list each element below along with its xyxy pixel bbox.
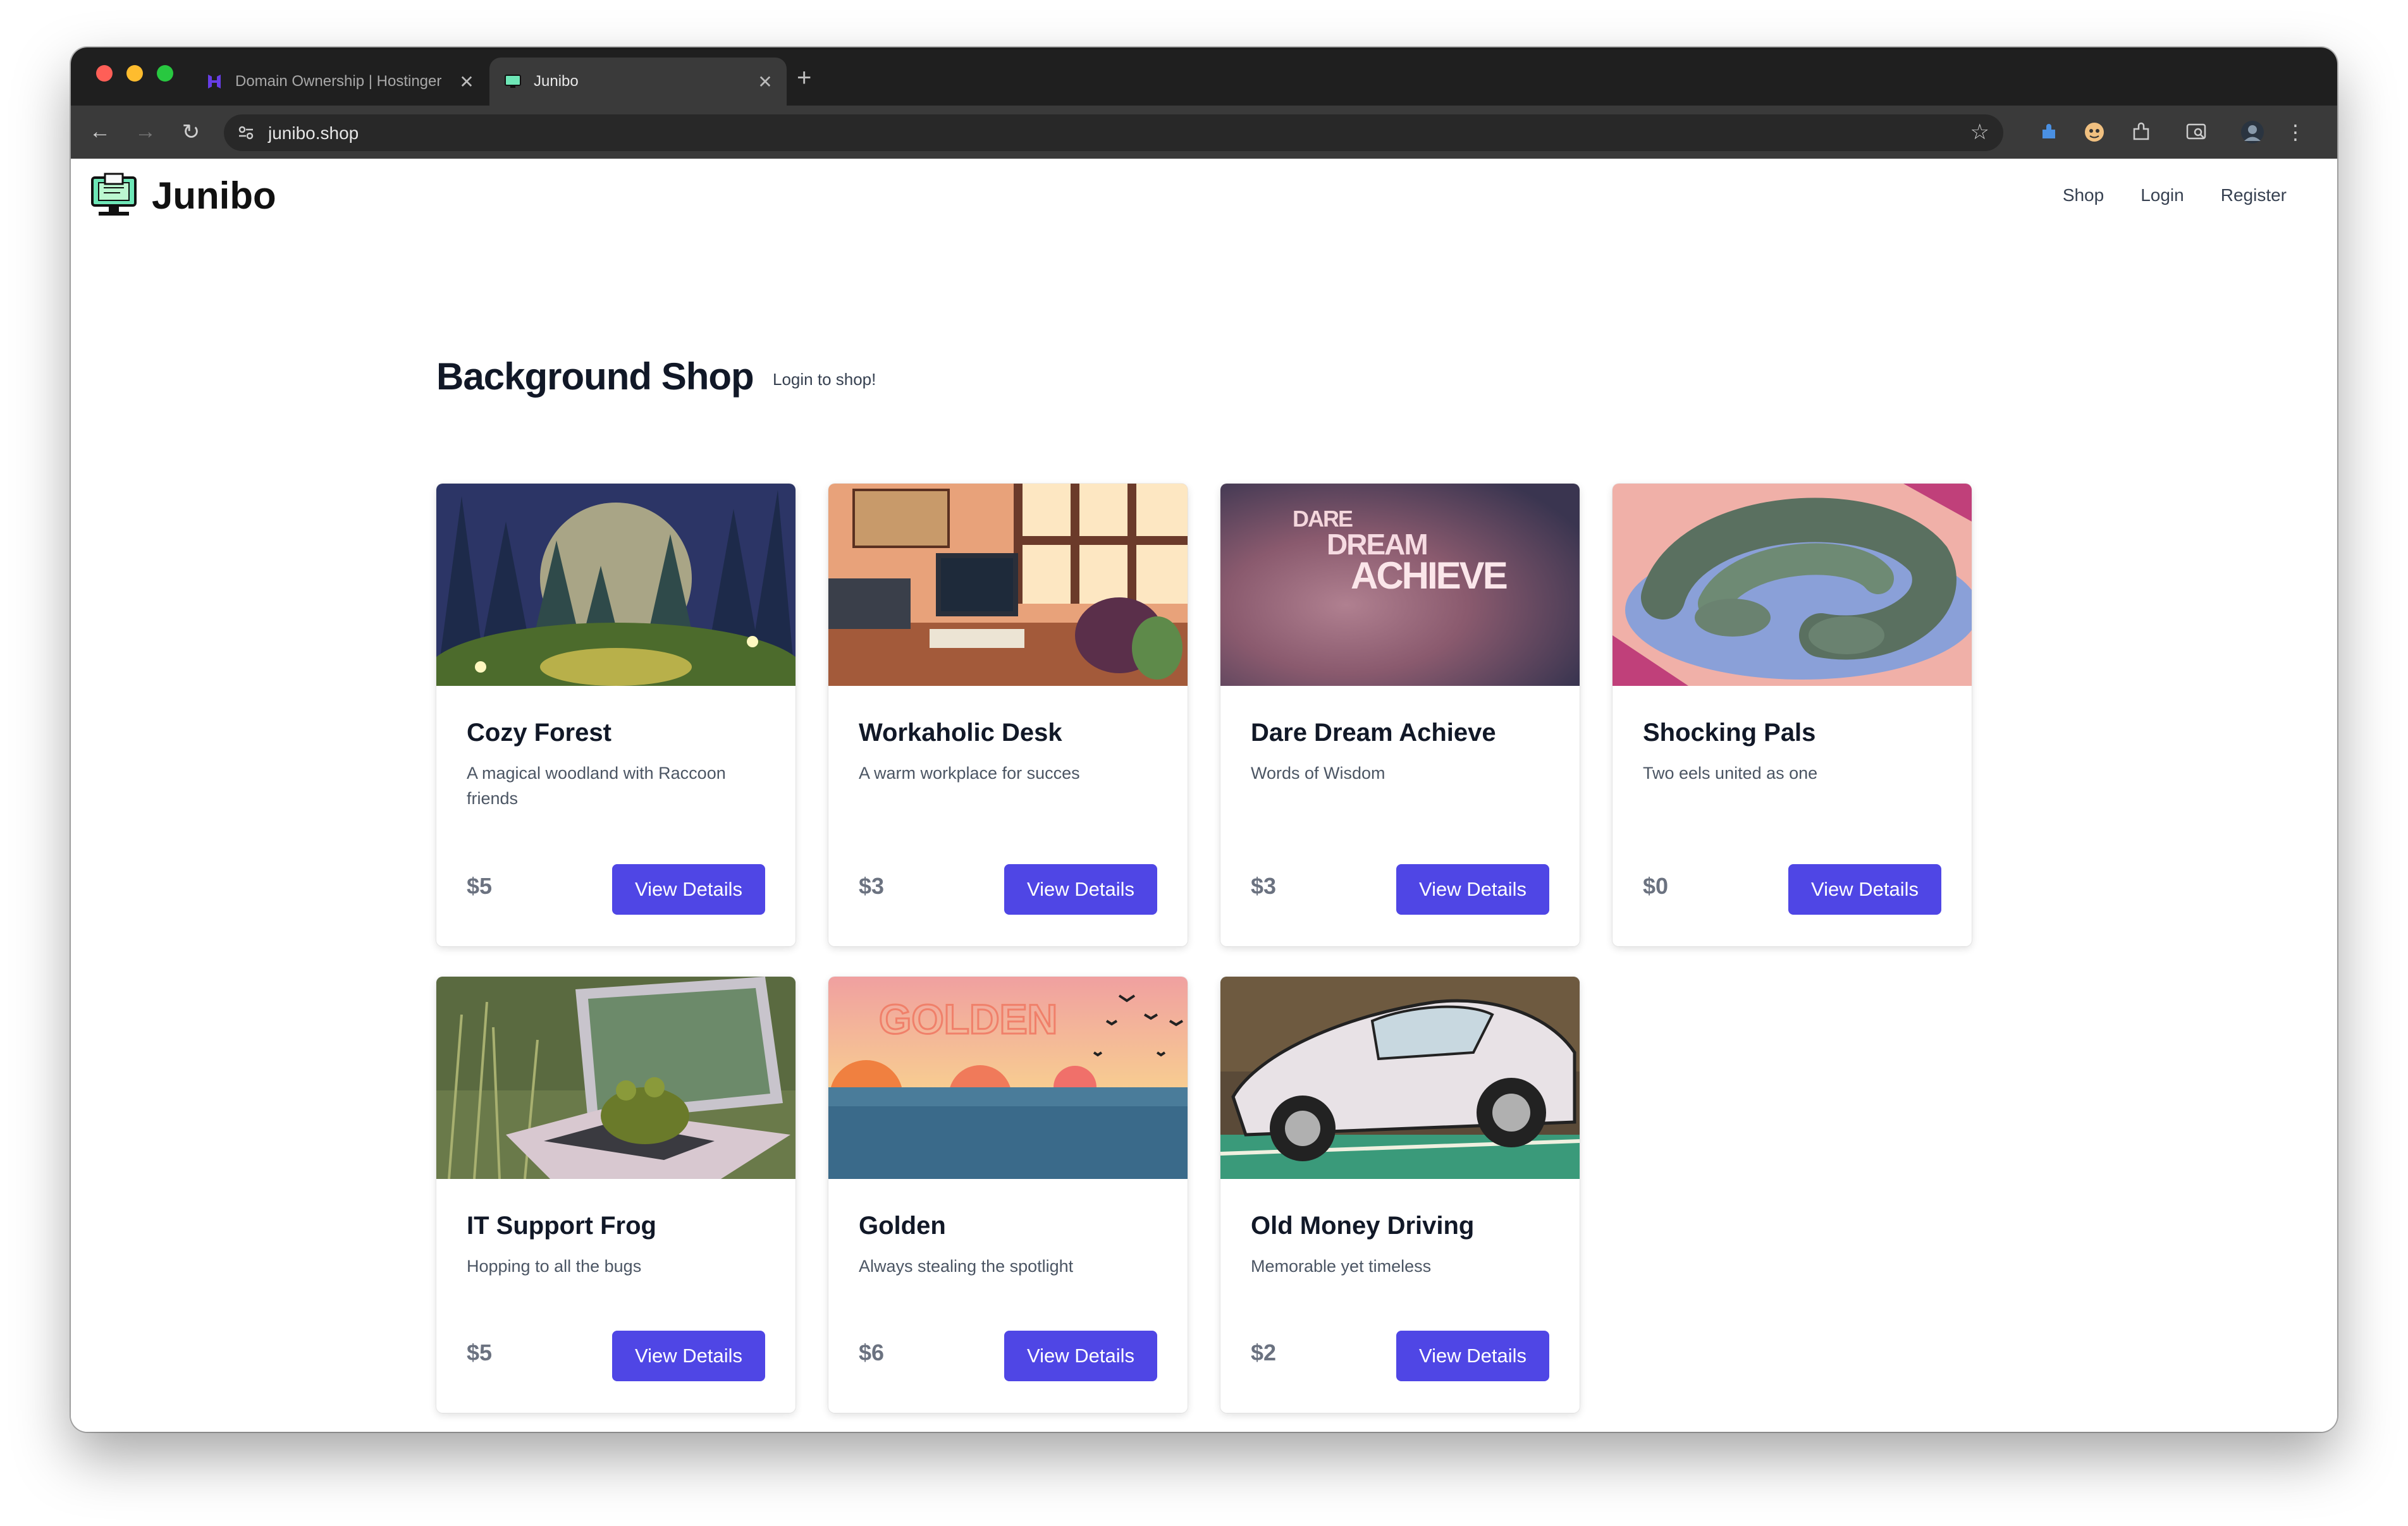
product-grid: Cozy Forest A magical woodland with Racc… [436, 484, 1972, 1413]
nav-register-link[interactable]: Register [2221, 185, 2287, 205]
bookmark-star-icon[interactable]: ☆ [1970, 119, 1989, 145]
hostinger-favicon-icon [205, 72, 224, 91]
back-icon[interactable]: ← [87, 119, 113, 144]
login-prompt: Login to shop! [773, 370, 876, 389]
svg-text:GOLDEN: GOLDEN [879, 996, 1057, 1042]
minimize-window-button[interactable] [126, 65, 143, 82]
product-card: Shocking Pals Two eels united as one $0 … [1612, 484, 1972, 946]
product-image [436, 977, 796, 1179]
close-tab-icon[interactable]: ✕ [454, 71, 479, 92]
product-image: GOLDEN [828, 977, 1188, 1179]
junibo-logo-icon[interactable] [90, 171, 138, 219]
web-page: Junibo Shop Login Register Background Sh… [71, 159, 2337, 1432]
product-price: $5 [467, 873, 493, 899]
product-price: $5 [467, 1340, 493, 1365]
extensions-icon[interactable] [2128, 119, 2154, 145]
product-description: Hopping to all the bugs [467, 1257, 642, 1276]
product-price: $0 [1643, 873, 1669, 899]
view-details-button[interactable]: View Details [1788, 864, 1941, 915]
product-description: Words of Wisdom [1251, 764, 1385, 783]
product-image: DARE DREAM ACHIEVE [1220, 484, 1580, 686]
view-details-button[interactable]: View Details [1396, 1331, 1549, 1381]
browser-toolbar: ← → ↻ junibo.shop ☆ ⋮ [71, 106, 2337, 159]
view-details-button[interactable]: View Details [1396, 864, 1549, 915]
product-description: Memorable yet timeless [1251, 1257, 1432, 1276]
product-card: Cozy Forest A magical woodland with Racc… [436, 484, 796, 946]
product-title: Dare Dream Achieve [1251, 719, 1496, 747]
new-tab-icon[interactable]: + [797, 64, 811, 92]
view-details-button[interactable]: View Details [1004, 864, 1157, 915]
product-card: Workaholic Desk A warm workplace for suc… [828, 484, 1188, 946]
nav-login-link[interactable]: Login [2141, 185, 2184, 205]
maximize-window-button[interactable] [157, 65, 173, 82]
product-price: $2 [1251, 1340, 1277, 1365]
close-tab-icon[interactable]: ✕ [752, 71, 778, 92]
product-card: IT Support Frog Hopping to all the bugs … [436, 977, 796, 1413]
product-image [436, 484, 796, 686]
site-settings-icon[interactable] [236, 123, 255, 142]
browser-menu-icon[interactable]: ⋮ [2283, 119, 2308, 145]
view-details-button[interactable]: View Details [1004, 1331, 1157, 1381]
product-description: A magical woodland with Raccoon friends [467, 764, 726, 808]
reload-icon[interactable]: ↻ [178, 119, 204, 145]
address-bar[interactable]: junibo.shop ☆ [224, 114, 2003, 151]
extension-avatar-icon[interactable] [2082, 119, 2107, 145]
window-controls [96, 65, 173, 82]
close-window-button[interactable] [96, 65, 113, 82]
product-price: $6 [859, 1340, 885, 1365]
product-card: DARE DREAM ACHIEVE Dare Dream Achieve Wo… [1220, 484, 1580, 946]
svg-text:ACHIEVE: ACHIEVE [1351, 554, 1507, 597]
site-nav: Shop Login Register [2063, 185, 2287, 205]
tab-title: Junibo [534, 73, 579, 90]
junibo-favicon-icon [503, 72, 522, 91]
site-name[interactable]: Junibo [152, 174, 276, 217]
product-title: Shocking Pals [1643, 719, 1816, 747]
product-description: Two eels united as one [1643, 764, 1818, 783]
product-title: Golden [859, 1212, 946, 1240]
forward-icon[interactable]: → [133, 119, 158, 144]
product-title: Workaholic Desk [859, 719, 1062, 747]
product-price: $3 [859, 873, 885, 899]
tab-search-icon[interactable] [2184, 119, 2209, 145]
product-title: Old Money Driving [1251, 1212, 1475, 1240]
product-price: $3 [1251, 873, 1277, 899]
tab-junibo[interactable]: Junibo ✕ [489, 58, 787, 106]
profile-avatar-icon[interactable] [2240, 119, 2265, 145]
tab-hostinger[interactable]: Domain Ownership | Hostinger ✕ [191, 58, 488, 106]
product-title: Cozy Forest [467, 719, 611, 747]
extension-puzzle-blue-icon[interactable] [2036, 119, 2061, 145]
product-card: Old Money Driving Memorable yet timeless… [1220, 977, 1580, 1413]
product-image [1220, 977, 1580, 1179]
product-title: IT Support Frog [467, 1212, 656, 1240]
product-description: Always stealing the spotlight [859, 1257, 1074, 1276]
view-details-button[interactable]: View Details [612, 1331, 765, 1381]
product-image [828, 484, 1188, 686]
product-card: GOLDEN Golden Always stealing the spotli… [828, 977, 1188, 1413]
tab-bar: Domain Ownership | Hostinger ✕ Junibo ✕ … [71, 47, 2337, 106]
nav-shop-link[interactable]: Shop [2063, 185, 2104, 205]
url-text: junibo.shop [268, 123, 359, 143]
browser-window: Domain Ownership | Hostinger ✕ Junibo ✕ … [71, 47, 2337, 1432]
view-details-button[interactable]: View Details [612, 864, 765, 915]
tab-title: Domain Ownership | Hostinger [235, 73, 442, 90]
product-description: A warm workplace for succes [859, 764, 1080, 783]
page-title: Background Shop [436, 355, 754, 398]
product-image [1612, 484, 1972, 686]
